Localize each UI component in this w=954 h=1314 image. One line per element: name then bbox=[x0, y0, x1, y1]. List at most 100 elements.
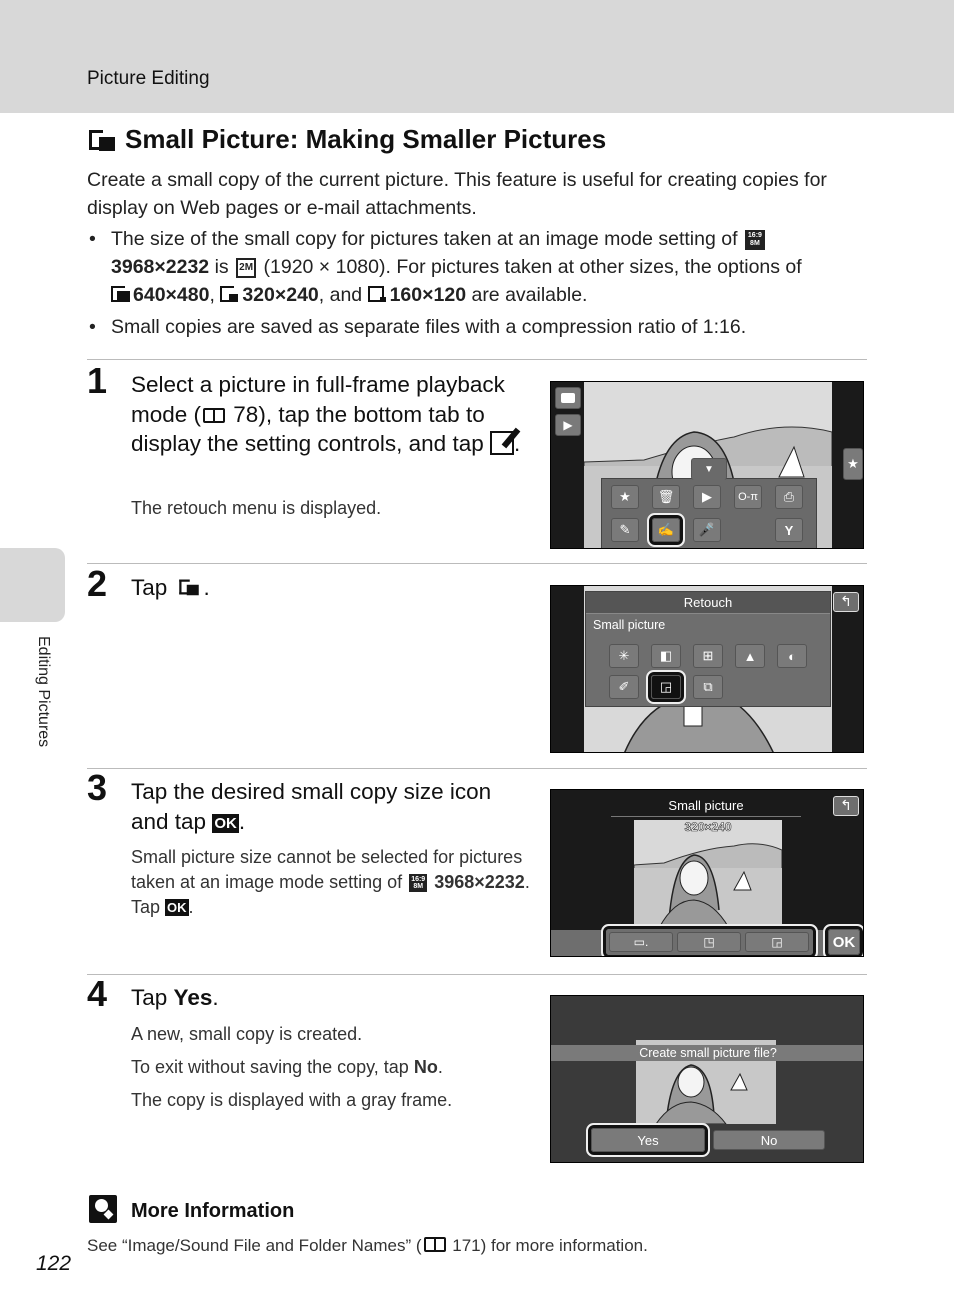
punct: . bbox=[188, 897, 194, 917]
retouch-icon: ✍ bbox=[657, 522, 675, 537]
step-note: The retouch menu is displayed. bbox=[131, 498, 382, 518]
step-title: Tap Yes. bbox=[131, 983, 526, 1013]
more-info-text-part: ) for more information. bbox=[480, 1236, 648, 1255]
size-160-value: 160×120 bbox=[389, 284, 467, 306]
screen-title: Small picture bbox=[611, 798, 801, 817]
menu-protect-button[interactable]: O-π bbox=[734, 485, 762, 509]
yes-emphasis: Yes bbox=[173, 985, 213, 1010]
bullet-text: (1920 × 1080). For pictures taken at oth… bbox=[263, 256, 802, 278]
menu-slideshow-button[interactable]: ▶ bbox=[693, 485, 721, 509]
punct: . bbox=[203, 575, 210, 600]
print-order-icon: ⎙ bbox=[783, 489, 795, 504]
skin-softening-button[interactable]: ⊞ bbox=[693, 644, 723, 668]
close-tab-button[interactable]: ▼ bbox=[691, 458, 727, 480]
step-number: 3 bbox=[87, 767, 108, 808]
divider bbox=[87, 974, 867, 975]
crop-button[interactable]: ⧉ bbox=[693, 675, 723, 699]
slideshow-icon: ▶ bbox=[702, 489, 712, 504]
retouch-icon bbox=[489, 431, 514, 455]
paint-icon: ✐ bbox=[618, 679, 630, 694]
lightbulb-icon bbox=[89, 1195, 117, 1223]
divider bbox=[87, 359, 867, 360]
bullet-text: The size of the small copy for pictures … bbox=[111, 228, 738, 250]
back-button[interactable]: ↰ bbox=[833, 796, 859, 816]
paint-button[interactable]: ✐ bbox=[609, 675, 639, 699]
menu-delete-button[interactable]: 🗑 bbox=[652, 485, 680, 509]
glamour-icon: ◐ bbox=[788, 648, 796, 664]
favorites-icon: ★ bbox=[619, 489, 631, 504]
camera-icon bbox=[561, 393, 575, 403]
step-note: To exit without saving the copy, tap No. bbox=[131, 1055, 531, 1080]
menu-print-order-button[interactable]: ⎙ bbox=[775, 485, 803, 509]
favorites-side-button[interactable]: ★ bbox=[843, 448, 863, 480]
star-icon: ★ bbox=[847, 456, 859, 471]
more-info-title: More Information bbox=[131, 1200, 295, 1222]
divider bbox=[87, 768, 867, 769]
bullet-item: Small copies are saved as separate files… bbox=[87, 313, 877, 341]
menu-favorites-button[interactable]: ★ bbox=[611, 485, 639, 509]
size-320-value: 320×240 bbox=[242, 284, 319, 306]
size-160-icon: ▭. bbox=[633, 935, 649, 949]
size-640-icon bbox=[111, 285, 131, 303]
header-band bbox=[0, 0, 954, 113]
menu-draw-button[interactable]: ✎ bbox=[611, 518, 639, 542]
image-mode-2m-icon: 2M bbox=[236, 257, 257, 278]
step-number: 1 bbox=[87, 360, 108, 401]
step-title: Select a picture in full-frame playback … bbox=[131, 370, 526, 459]
step-note: The copy is displayed with a gray frame. bbox=[131, 1090, 453, 1110]
image-mode-value: 3968×2232 bbox=[434, 872, 525, 892]
ok-icon: OK bbox=[212, 813, 239, 833]
menu-voice-memo-button[interactable]: 🎤 bbox=[693, 518, 721, 542]
size-readout: 320×240 bbox=[684, 820, 732, 834]
quick-retouch-button[interactable]: ✳ bbox=[609, 644, 639, 668]
step-title-text: Tap the desired small copy size icon and… bbox=[131, 779, 492, 834]
image-mode-16-9-8m-icon: 16:9 8M bbox=[744, 229, 765, 250]
book-reference-icon bbox=[203, 407, 226, 423]
setup-icon: Y bbox=[784, 522, 794, 538]
playback-button[interactable]: ▶ bbox=[555, 414, 581, 436]
image-mode-value: 3968×2232 bbox=[111, 256, 210, 278]
delete-icon: 🗑 bbox=[657, 489, 675, 504]
glamour-button[interactable]: ◐ bbox=[777, 644, 807, 668]
filter-effects-button[interactable]: ▲ bbox=[735, 644, 765, 668]
menu-setup-button[interactable]: Y bbox=[775, 518, 803, 542]
size-320-button[interactable]: ◳ bbox=[677, 932, 741, 952]
size-640-icon: ◲ bbox=[771, 935, 783, 949]
more-info-text: See “Image/Sound File and Folder Names” … bbox=[87, 1236, 648, 1256]
step-note: Small picture size cannot be selected fo… bbox=[131, 845, 531, 920]
bullet-item: The size of the small copy for pictures … bbox=[87, 225, 877, 309]
size-160-button[interactable]: ▭. bbox=[609, 932, 673, 952]
camera-screen-1: ▶ ★ ▼ ★ 🗑 ▶ O-π ⎙ ✎ ✍ 🎤 Y bbox=[550, 381, 864, 549]
page-reference: 78 bbox=[233, 401, 259, 427]
skin-softening-icon: ⊞ bbox=[702, 648, 714, 663]
voice-memo-icon: 🎤 bbox=[698, 522, 716, 537]
step-title-text: Tap bbox=[131, 985, 168, 1010]
d-lighting-button[interactable]: ◧ bbox=[651, 644, 681, 668]
yes-button[interactable]: Yes bbox=[588, 1125, 708, 1155]
photo-illustration bbox=[634, 843, 782, 928]
book-reference-icon bbox=[423, 1237, 446, 1252]
step-title: Tap the desired small copy size icon and… bbox=[131, 777, 526, 836]
bullet-text: is bbox=[214, 256, 229, 278]
size-320-icon bbox=[220, 285, 240, 303]
retouch-panel-subtitle: Small picture bbox=[593, 618, 666, 632]
separator: , and bbox=[318, 284, 363, 306]
size-160-icon bbox=[367, 285, 388, 303]
page-reference: 171 bbox=[452, 1236, 481, 1255]
no-button[interactable]: No bbox=[713, 1130, 825, 1150]
small-picture-button[interactable]: ◲ bbox=[648, 672, 684, 702]
intro-text: Create a small copy of the current pictu… bbox=[87, 169, 827, 219]
filter-effects-icon: ▲ bbox=[743, 648, 757, 664]
photo-preview: 320×240 bbox=[634, 820, 782, 928]
confirm-question: Create small picture file? bbox=[551, 1045, 863, 1061]
small-picture-icon: ◲ bbox=[659, 679, 673, 694]
ok-button[interactable]: OK bbox=[825, 926, 863, 956]
page-title-text: Small Picture: Making Smaller Pictures bbox=[125, 124, 607, 154]
menu-retouch-button[interactable]: ✍ bbox=[649, 515, 683, 545]
back-button[interactable]: ↰ bbox=[833, 592, 859, 612]
camera-mode-button[interactable] bbox=[555, 387, 581, 409]
size-640-button[interactable]: ◲ bbox=[745, 932, 809, 952]
image-mode-16-9-8m-icon: 16:9 8M bbox=[409, 874, 428, 893]
step-title-text: Tap bbox=[131, 575, 168, 600]
step-title: Tap . bbox=[131, 573, 526, 603]
